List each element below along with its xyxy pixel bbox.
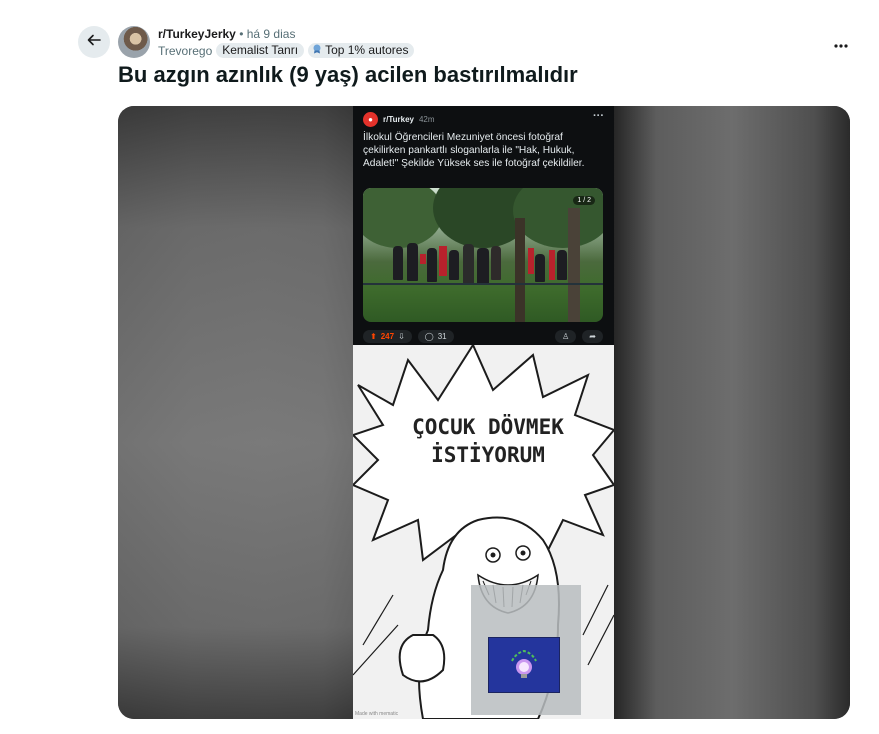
- user-flair: Kemalist Tanrı: [216, 43, 305, 58]
- achievement-badge-icon: [312, 44, 322, 57]
- meme-panel: ÇOCUK DÖVMEK İSTİYORUM Made with mematic: [353, 345, 614, 719]
- meme-line-1: ÇOCUK DÖVMEK: [412, 415, 564, 439]
- comment-count: 31: [437, 331, 447, 341]
- award-icon: ♙: [555, 329, 577, 343]
- post-title[interactable]: Bu azgın azınlık (9 yaş) acilen bastırıl…: [118, 60, 578, 90]
- post-meta: r/TurkeyJerky • há 9 dias: [158, 27, 295, 41]
- meme-credit: Made with mematic: [355, 711, 399, 717]
- subreddit-avatar[interactable]: [118, 26, 150, 58]
- more-options-button[interactable]: [826, 28, 856, 56]
- author-line: Trevorego Kemalist Tanrı Top 1% autores: [158, 43, 415, 58]
- embedded-subreddit: r/Turkey: [383, 115, 414, 124]
- achievement-badge[interactable]: Top 1% autores: [308, 43, 415, 58]
- embedded-header: ● r/Turkey 42m: [363, 112, 435, 127]
- post-media[interactable]: ● r/Turkey 42m ··· İlkokul Öğrencileri M…: [118, 106, 850, 719]
- meme-caption: ÇOCUK DÖVMEK İSTİYORUM: [363, 413, 613, 469]
- image-counter: 1 / 2: [573, 196, 595, 205]
- party-flag-icon: [488, 637, 560, 693]
- embedded-actions: ⬆ 247 ⇩ ◯ 31 ♙ ➦: [363, 328, 603, 344]
- reddit-alien-icon: ●: [363, 112, 378, 127]
- post-time: • há 9 dias: [239, 27, 296, 41]
- meme-drawing: [353, 345, 614, 719]
- embedded-photo: 1 / 2: [363, 188, 603, 322]
- embedded-post-text: İlkokul Öğrencileri Mezuniyet öncesi fot…: [363, 132, 585, 169]
- media-blur-right: [614, 106, 850, 719]
- media-image: ● r/Turkey 42m ··· İlkokul Öğrencileri M…: [353, 106, 614, 719]
- arrow-left-icon: [86, 32, 102, 53]
- embedded-time: 42m: [418, 115, 435, 124]
- author-link[interactable]: Trevorego: [158, 44, 212, 58]
- upvote-count: 247: [380, 331, 395, 341]
- media-blur-left: [118, 106, 354, 719]
- back-button[interactable]: [78, 26, 110, 58]
- more-horizontal-icon: [834, 32, 848, 53]
- achievement-label: Top 1% autores: [325, 43, 409, 57]
- comment-icon: ◯: [424, 331, 434, 341]
- embedded-more-icon: ···: [593, 110, 604, 122]
- share-icon: ➦: [582, 329, 603, 343]
- embedded-vote: ⬆ 247 ⇩: [363, 329, 412, 343]
- embedded-comments: ◯ 31: [417, 329, 454, 343]
- subreddit-link[interactable]: r/TurkeyJerky: [158, 27, 236, 41]
- upvote-arrow-icon: ⬆: [370, 331, 377, 341]
- downvote-arrow-icon: ⇩: [398, 331, 405, 341]
- meme-line-2: İSTİYORUM: [431, 443, 545, 467]
